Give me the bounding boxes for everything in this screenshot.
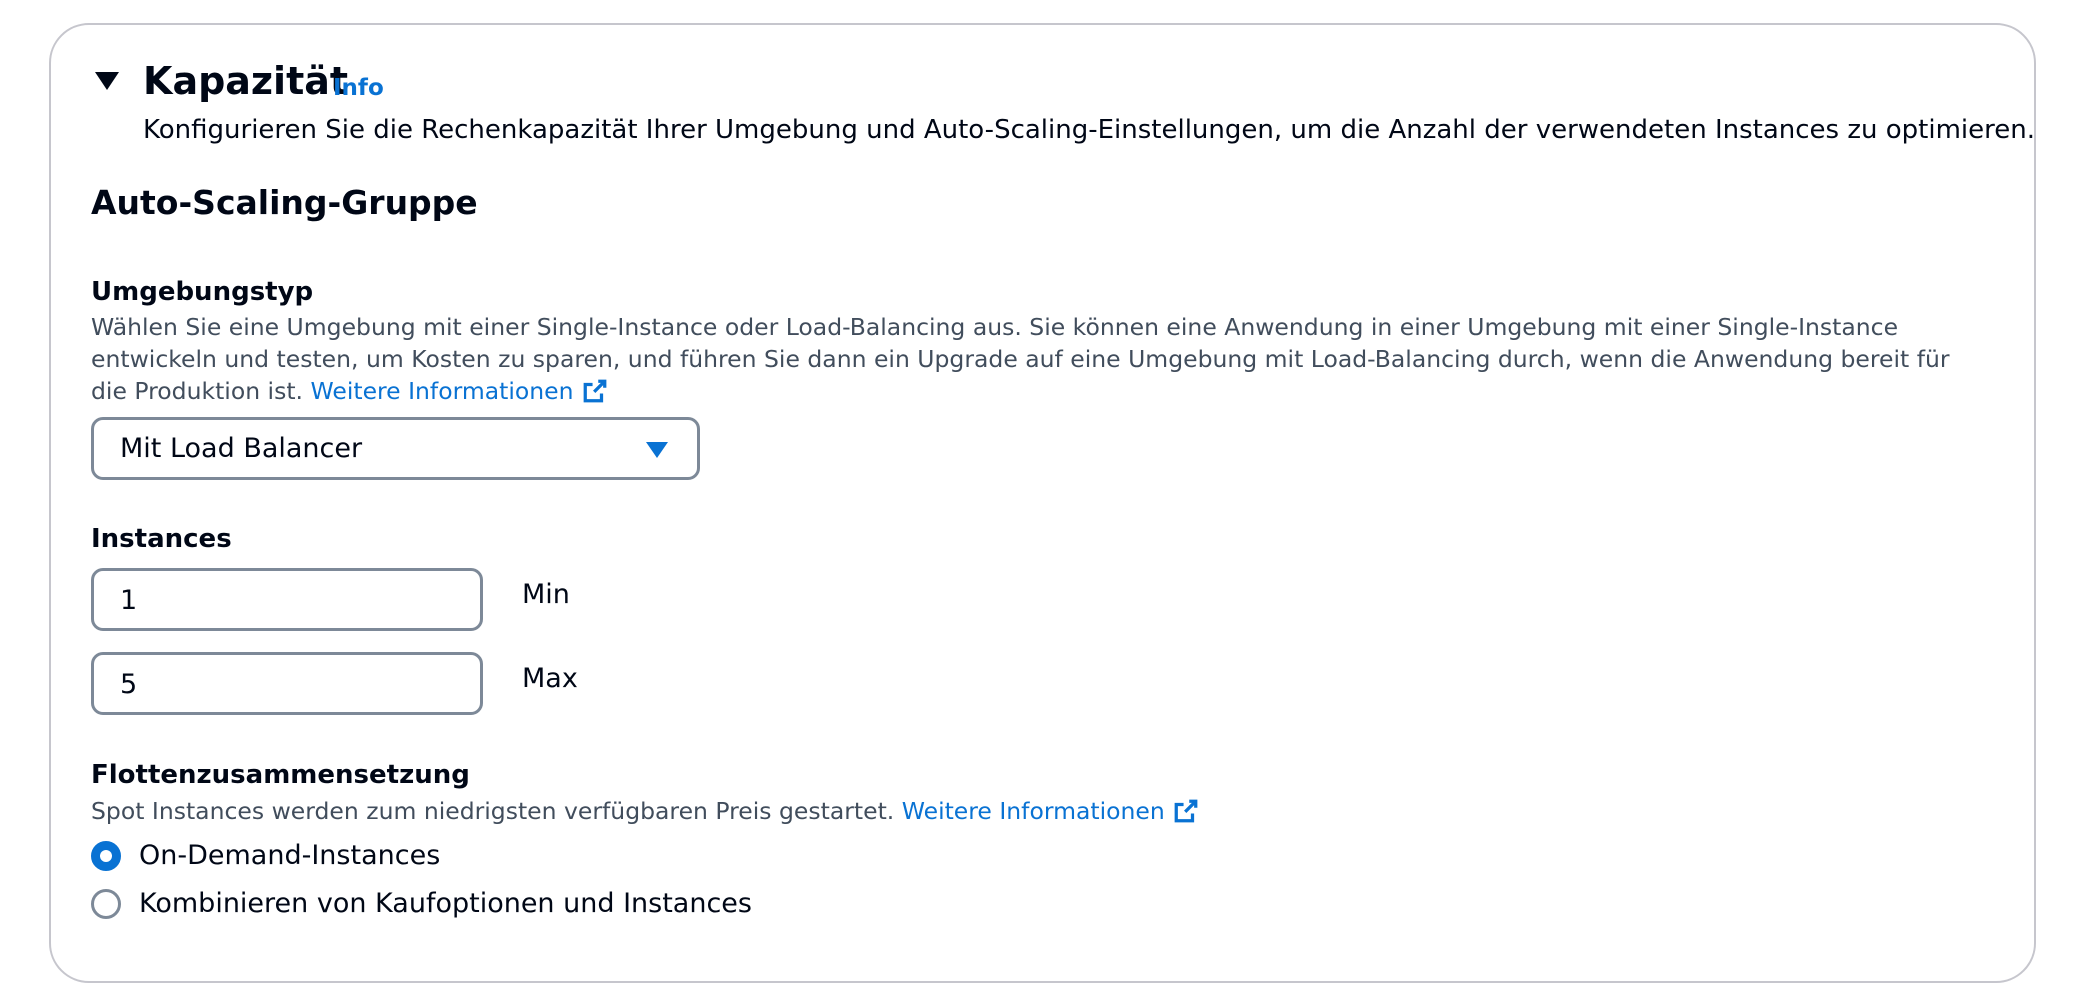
instances-min-input[interactable]: 1 xyxy=(91,568,483,631)
select-caret-icon xyxy=(646,442,668,458)
collapse-caret-icon[interactable] xyxy=(95,72,119,90)
instances-min-label: Min xyxy=(522,579,570,610)
fleet-description-text: Spot Instances werden zum niedrigsten ve… xyxy=(91,797,895,825)
section-description: Konfigurieren Sie die Rechenkapazität Ih… xyxy=(143,115,2035,145)
instances-max-label: Max xyxy=(522,663,578,694)
radio-button-checked[interactable] xyxy=(91,841,121,871)
instances-min-value: 1 xyxy=(120,585,138,616)
instances-label: Instances xyxy=(91,524,232,554)
radio-button-unchecked[interactable] xyxy=(91,889,121,919)
environment-type-label: Umgebungstyp xyxy=(91,277,314,307)
section-title: Kapazität xyxy=(143,59,349,103)
external-link-icon xyxy=(583,379,606,403)
instances-max-value: 5 xyxy=(120,669,138,700)
environment-type-learn-more-link[interactable]: Weitere Informationen xyxy=(311,377,608,405)
learn-more-label: Weitere Informationen xyxy=(901,797,1165,825)
external-link-icon xyxy=(1174,799,1198,823)
learn-more-label: Weitere Informationen xyxy=(310,377,574,405)
instances-max-input[interactable]: 5 xyxy=(91,652,483,715)
radio-label-on-demand: On-Demand-Instances xyxy=(139,840,441,871)
fleet-composition-label: Flottenzusammensetzung xyxy=(91,760,470,790)
environment-type-select[interactable]: Mit Load Balancer xyxy=(91,417,700,480)
info-link[interactable]: Info xyxy=(333,73,384,103)
auto-scaling-heading: Auto-Scaling-Gruppe xyxy=(91,183,478,222)
environment-type-description: Wählen Sie eine Umgebung mit einer Singl… xyxy=(91,311,1991,407)
environment-type-selected-value: Mit Load Balancer xyxy=(120,433,363,464)
radio-label-combine: Kombinieren von Kaufoptionen und Instanc… xyxy=(139,888,752,919)
fleet-composition-description: Spot Instances werden zum niedrigsten ve… xyxy=(91,795,1199,827)
fleet-learn-more-link[interactable]: Weitere Informationen xyxy=(902,797,1199,825)
